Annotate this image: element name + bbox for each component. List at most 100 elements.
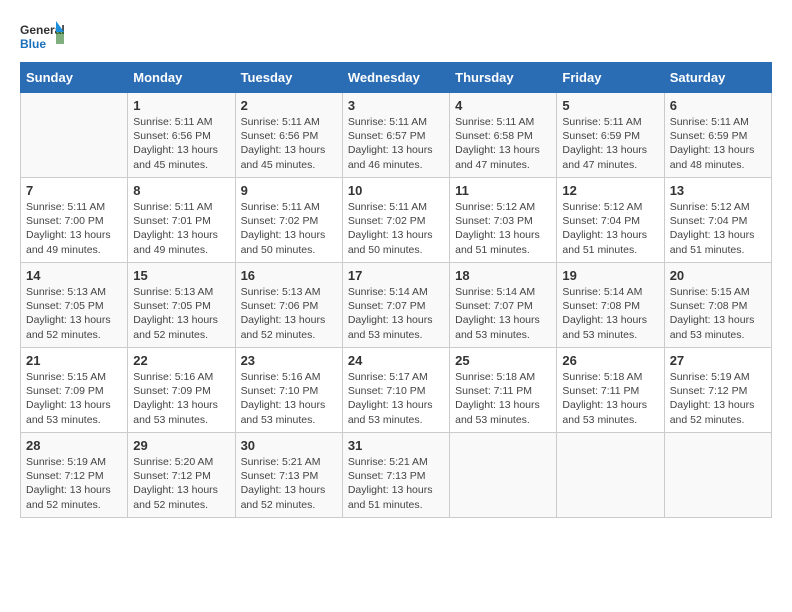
weekday-header-thursday: Thursday (450, 63, 557, 93)
calendar-cell: 27 Sunrise: 5:19 AM Sunset: 7:12 PM Dayli… (664, 348, 771, 433)
day-info: Sunrise: 5:11 AM Sunset: 6:59 PM Dayligh… (562, 115, 658, 172)
calendar-cell: 14 Sunrise: 5:13 AM Sunset: 7:05 PM Dayli… (21, 263, 128, 348)
calendar-cell: 1 Sunrise: 5:11 AM Sunset: 6:56 PM Daylig… (128, 93, 235, 178)
day-info: Sunrise: 5:14 AM Sunset: 7:08 PM Dayligh… (562, 285, 658, 342)
calendar-header: SundayMondayTuesdayWednesdayThursdayFrid… (21, 63, 772, 93)
day-number: 31 (348, 438, 444, 453)
calendar-cell (21, 93, 128, 178)
day-number: 22 (133, 353, 229, 368)
day-number: 23 (241, 353, 337, 368)
calendar-cell: 10Sunrise: 5:11 AM Sunset: 7:02 PM Dayli… (342, 178, 449, 263)
day-number: 11 (455, 183, 551, 198)
calendar-cell (557, 433, 664, 518)
weekday-header-tuesday: Tuesday (235, 63, 342, 93)
day-number: 16 (241, 268, 337, 283)
day-number: 15 (133, 268, 229, 283)
day-info: Sunrise: 5:11 AM Sunset: 6:57 PM Dayligh… (348, 115, 444, 172)
day-number: 1 (133, 98, 229, 113)
day-info: Sunrise: 5:12 AM Sunset: 7:04 PM Dayligh… (562, 200, 658, 257)
calendar-cell: 16 Sunrise: 5:13 AM Sunset: 7:06 PM Dayli… (235, 263, 342, 348)
calendar-cell (664, 433, 771, 518)
calendar-cell: 12 Sunrise: 5:12 AM Sunset: 7:04 PM Dayli… (557, 178, 664, 263)
day-number: 10 (348, 183, 444, 198)
weekday-header-wednesday: Wednesday (342, 63, 449, 93)
calendar-cell: 30 Sunrise: 5:21 AM Sunset: 7:13 PM Dayli… (235, 433, 342, 518)
day-number: 18 (455, 268, 551, 283)
weekday-row: SundayMondayTuesdayWednesdayThursdayFrid… (21, 63, 772, 93)
day-number: 27 (670, 353, 766, 368)
day-info: Sunrise: 5:16 AM Sunset: 7:10 PM Dayligh… (241, 370, 337, 427)
day-info: Sunrise: 5:11 AM Sunset: 6:56 PM Dayligh… (133, 115, 229, 172)
calendar-cell: 22Sunrise: 5:16 AM Sunset: 7:09 PM Dayli… (128, 348, 235, 433)
day-number: 14 (26, 268, 122, 283)
calendar-cell: 17 Sunrise: 5:14 AM Sunset: 7:07 PM Dayli… (342, 263, 449, 348)
day-info: Sunrise: 5:11 AM Sunset: 7:02 PM Dayligh… (241, 200, 337, 257)
calendar-week-4: 21 Sunrise: 5:15 AM Sunset: 7:09 PM Dayli… (21, 348, 772, 433)
day-info: Sunrise: 5:14 AM Sunset: 7:07 PM Dayligh… (348, 285, 444, 342)
day-info: Sunrise: 5:21 AM Sunset: 7:13 PM Dayligh… (241, 455, 337, 512)
day-number: 24 (348, 353, 444, 368)
day-number: 2 (241, 98, 337, 113)
day-number: 25 (455, 353, 551, 368)
day-number: 28 (26, 438, 122, 453)
calendar-cell: 13Sunrise: 5:12 AM Sunset: 7:04 PM Dayli… (664, 178, 771, 263)
page-header: General Blue (20, 20, 772, 52)
calendar-cell: 25Sunrise: 5:18 AM Sunset: 7:11 PM Dayli… (450, 348, 557, 433)
day-number: 5 (562, 98, 658, 113)
calendar-cell: 20 Sunrise: 5:15 AM Sunset: 7:08 PM Dayli… (664, 263, 771, 348)
day-info: Sunrise: 5:11 AM Sunset: 6:59 PM Dayligh… (670, 115, 766, 172)
calendar-cell: 31Sunrise: 5:21 AM Sunset: 7:13 PM Dayli… (342, 433, 449, 518)
calendar-cell: 18 Sunrise: 5:14 AM Sunset: 7:07 PM Dayli… (450, 263, 557, 348)
day-info: Sunrise: 5:12 AM Sunset: 7:03 PM Dayligh… (455, 200, 551, 257)
calendar-body: 1 Sunrise: 5:11 AM Sunset: 6:56 PM Daylig… (21, 93, 772, 518)
day-number: 8 (133, 183, 229, 198)
day-info: Sunrise: 5:15 AM Sunset: 7:09 PM Dayligh… (26, 370, 122, 427)
day-number: 7 (26, 183, 122, 198)
calendar-week-5: 28Sunrise: 5:19 AM Sunset: 7:12 PM Dayli… (21, 433, 772, 518)
day-number: 21 (26, 353, 122, 368)
day-number: 12 (562, 183, 658, 198)
calendar-cell: 6 Sunrise: 5:11 AM Sunset: 6:59 PM Daylig… (664, 93, 771, 178)
calendar-week-2: 7Sunrise: 5:11 AM Sunset: 7:00 PM Daylig… (21, 178, 772, 263)
calendar-cell: 23 Sunrise: 5:16 AM Sunset: 7:10 PM Dayli… (235, 348, 342, 433)
day-info: Sunrise: 5:13 AM Sunset: 7:05 PM Dayligh… (133, 285, 229, 342)
calendar-table: SundayMondayTuesdayWednesdayThursdayFrid… (20, 62, 772, 518)
day-info: Sunrise: 5:19 AM Sunset: 7:12 PM Dayligh… (670, 370, 766, 427)
day-number: 6 (670, 98, 766, 113)
day-info: Sunrise: 5:17 AM Sunset: 7:10 PM Dayligh… (348, 370, 444, 427)
day-info: Sunrise: 5:20 AM Sunset: 7:12 PM Dayligh… (133, 455, 229, 512)
calendar-cell: 24 Sunrise: 5:17 AM Sunset: 7:10 PM Dayli… (342, 348, 449, 433)
day-info: Sunrise: 5:15 AM Sunset: 7:08 PM Dayligh… (670, 285, 766, 342)
day-info: Sunrise: 5:14 AM Sunset: 7:07 PM Dayligh… (455, 285, 551, 342)
day-number: 3 (348, 98, 444, 113)
calendar-cell: 2 Sunrise: 5:11 AM Sunset: 6:56 PM Daylig… (235, 93, 342, 178)
day-number: 26 (562, 353, 658, 368)
day-number: 9 (241, 183, 337, 198)
day-info: Sunrise: 5:11 AM Sunset: 7:01 PM Dayligh… (133, 200, 229, 257)
day-number: 4 (455, 98, 551, 113)
svg-text:Blue: Blue (20, 37, 46, 51)
day-info: Sunrise: 5:13 AM Sunset: 7:05 PM Dayligh… (26, 285, 122, 342)
calendar-cell: 21 Sunrise: 5:15 AM Sunset: 7:09 PM Dayli… (21, 348, 128, 433)
calendar-cell: 3 Sunrise: 5:11 AM Sunset: 6:57 PM Daylig… (342, 93, 449, 178)
calendar-cell: 8 Sunrise: 5:11 AM Sunset: 7:01 PM Daylig… (128, 178, 235, 263)
calendar-cell: 7Sunrise: 5:11 AM Sunset: 7:00 PM Daylig… (21, 178, 128, 263)
day-number: 20 (670, 268, 766, 283)
calendar-week-3: 14 Sunrise: 5:13 AM Sunset: 7:05 PM Dayli… (21, 263, 772, 348)
calendar-cell: 29 Sunrise: 5:20 AM Sunset: 7:12 PM Dayli… (128, 433, 235, 518)
day-info: Sunrise: 5:13 AM Sunset: 7:06 PM Dayligh… (241, 285, 337, 342)
calendar-cell: 28Sunrise: 5:19 AM Sunset: 7:12 PM Dayli… (21, 433, 128, 518)
logo: General Blue (20, 20, 64, 52)
calendar-cell: 9 Sunrise: 5:11 AM Sunset: 7:02 PM Daylig… (235, 178, 342, 263)
calendar-cell: 4 Sunrise: 5:11 AM Sunset: 6:58 PM Daylig… (450, 93, 557, 178)
weekday-header-friday: Friday (557, 63, 664, 93)
day-number: 30 (241, 438, 337, 453)
day-number: 29 (133, 438, 229, 453)
calendar-cell: 19Sunrise: 5:14 AM Sunset: 7:08 PM Dayli… (557, 263, 664, 348)
day-info: Sunrise: 5:11 AM Sunset: 6:56 PM Dayligh… (241, 115, 337, 172)
weekday-header-saturday: Saturday (664, 63, 771, 93)
day-number: 17 (348, 268, 444, 283)
day-number: 13 (670, 183, 766, 198)
day-info: Sunrise: 5:11 AM Sunset: 6:58 PM Dayligh… (455, 115, 551, 172)
day-info: Sunrise: 5:18 AM Sunset: 7:11 PM Dayligh… (562, 370, 658, 427)
